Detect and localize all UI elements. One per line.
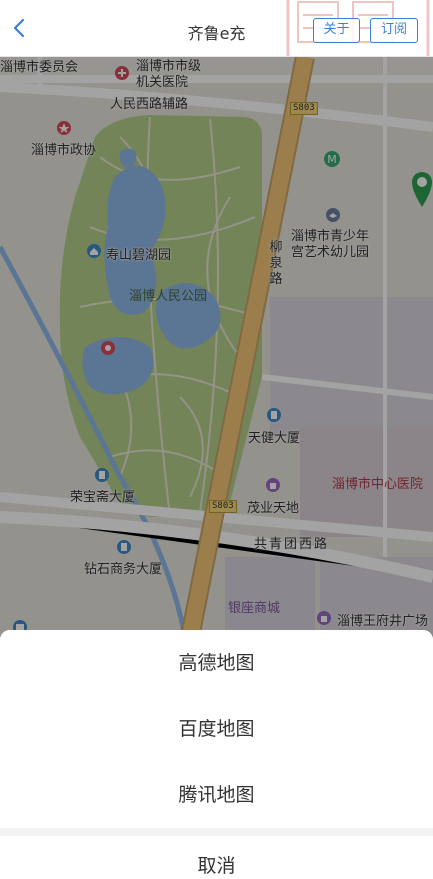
map-chooser-sheet: 高德地图 百度地图 腾讯地图 取消 [0,630,433,879]
cancel-button[interactable]: 取消 [0,836,433,879]
baidu-map-option[interactable]: 百度地图 [0,696,433,763]
nav-bar: 齐鲁e充 关于 订阅 [0,0,433,57]
amap-option[interactable]: 高德地图 [0,630,433,697]
subscribe-button[interactable]: 订阅 [370,18,418,43]
about-button[interactable]: 关于 [313,18,360,43]
tencent-map-option[interactable]: 腾讯地图 [0,762,433,828]
page-title: 齐鲁e充 [187,24,246,43]
